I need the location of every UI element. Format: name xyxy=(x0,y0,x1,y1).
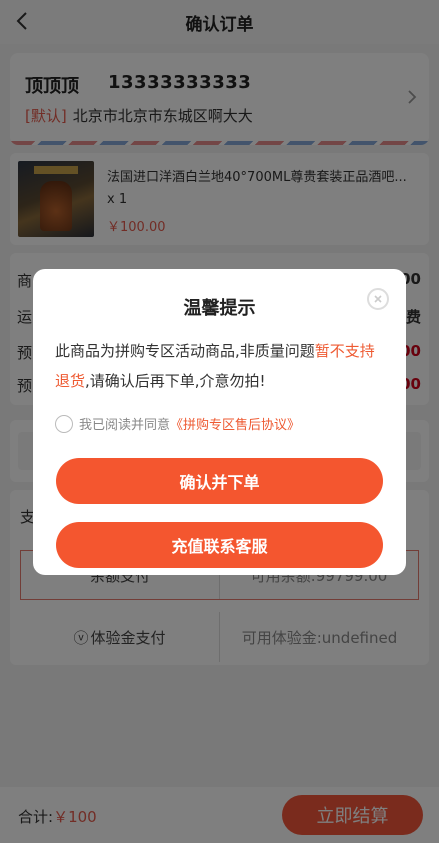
agree-radio[interactable] xyxy=(55,414,73,433)
notice-dialog: 温馨提示 此商品为拼购专区活动商品,非质量问题暂不支持退货,请确认后再下单,介意… xyxy=(33,269,406,575)
message-text: ,请确认后再下单,介意勿拍! xyxy=(85,372,266,390)
confirm-order-button[interactable]: 确认并下单 xyxy=(56,458,383,504)
close-icon[interactable] xyxy=(367,288,389,310)
dialog-message: 此商品为拼购专区活动商品,非质量问题暂不支持退货,请确认后再下单,介意勿拍! xyxy=(55,336,385,396)
agree-text: 我已阅读并同意 xyxy=(79,418,171,433)
contact-service-button[interactable]: 充值联系客服 xyxy=(56,522,383,568)
message-text: 此商品为拼购专区活动商品,非质量问题 xyxy=(55,342,315,360)
agreement-link[interactable]: 《拼购专区售后协议》 xyxy=(170,414,300,433)
dialog-title: 温馨提示 xyxy=(183,298,256,319)
agreement-row[interactable]: 我已阅读并同意 《拼购专区售后协议》 xyxy=(55,414,300,433)
